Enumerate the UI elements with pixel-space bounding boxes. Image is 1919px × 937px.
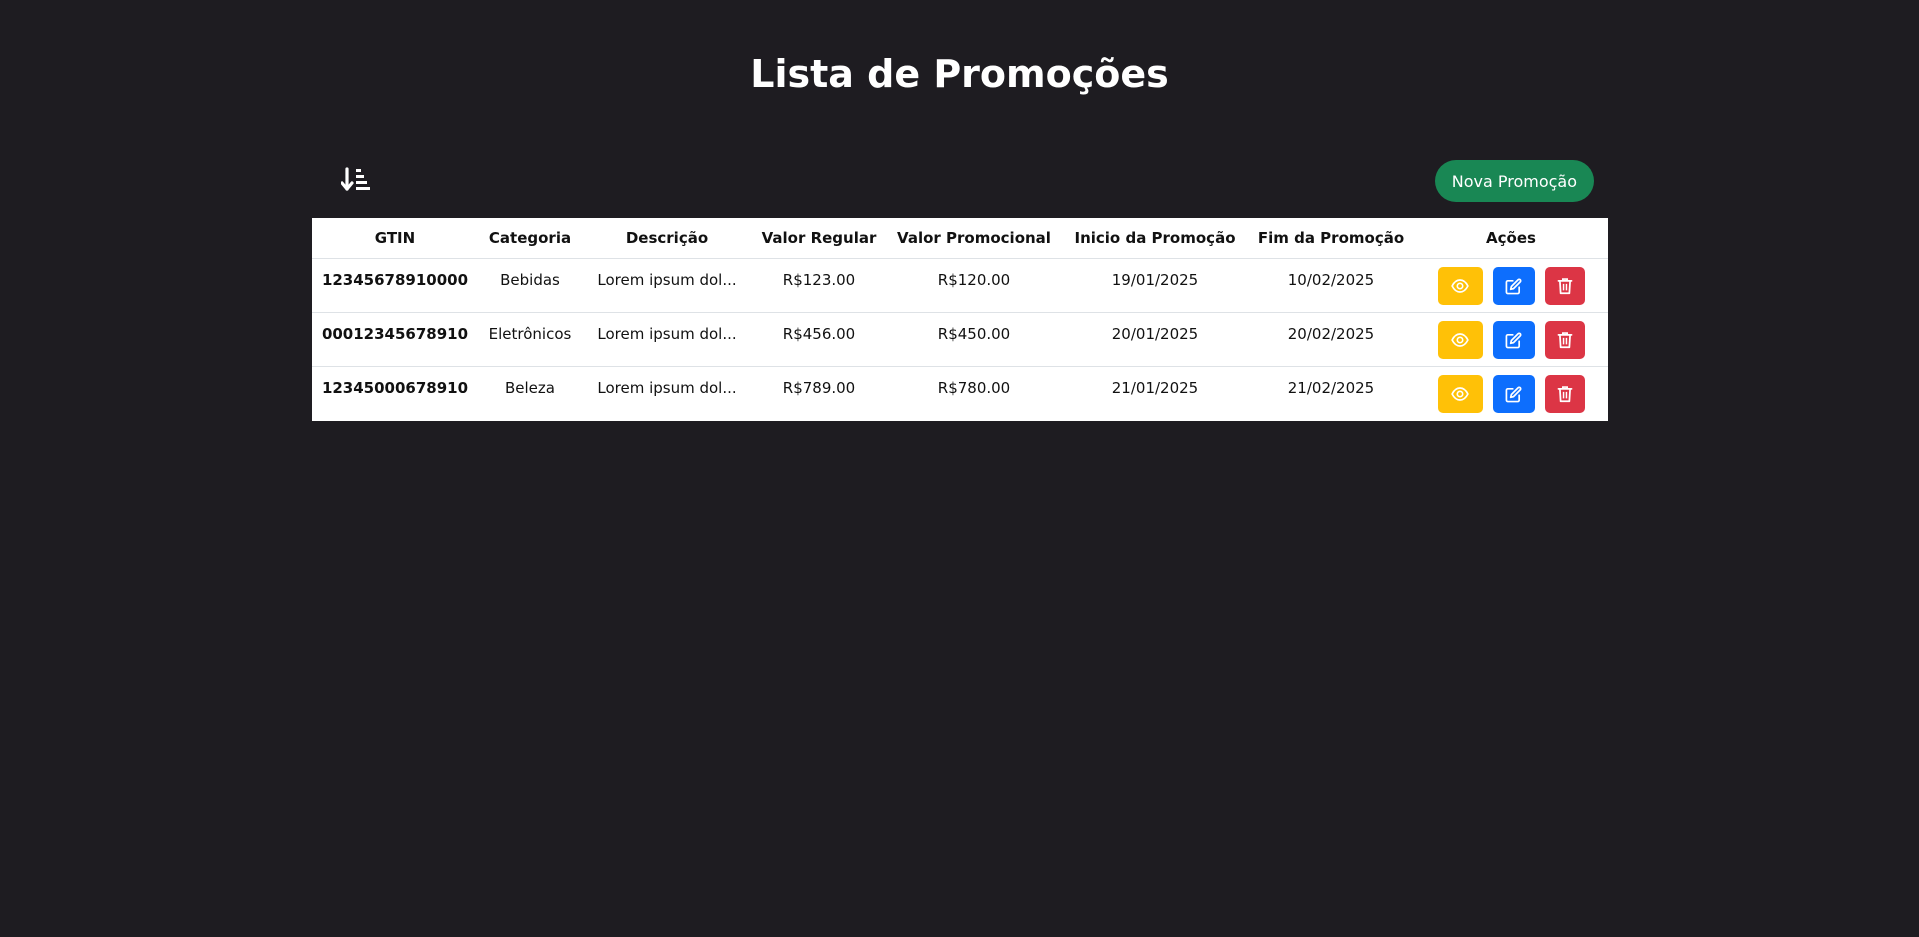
cell-categoria: Beleza [505,379,555,397]
header-acoes: Ações [1414,218,1608,259]
header-descricao: Descrição [582,218,752,259]
delete-button[interactable] [1544,267,1585,305]
cell-actions [1414,258,1608,313]
row-actions [1418,267,1604,305]
table-header-row: GTIN Categoria Descrição Valor Regular V… [312,218,1608,259]
cell-fim: 21/02/2025 [1287,379,1375,397]
cell-actions [1414,367,1608,421]
sort-amount-down-icon [341,167,371,195]
cell-gtin: 12345678910000 [312,258,478,313]
promotions-table: GTIN Categoria Descrição Valor Regular V… [312,218,1608,421]
cell-valor-regular: R$123.00 [752,258,886,313]
edit-icon [1505,278,1522,295]
edit-button[interactable] [1492,267,1535,305]
cell-categoria: Eletrônicos [478,312,582,367]
view-button[interactable] [1437,267,1483,305]
cell-categoria: Bebidas [478,258,582,313]
cell-descricao: Lorem ipsum dol... [582,312,752,367]
row-actions [1418,375,1604,413]
header-gtin: GTIN [312,218,478,259]
cell-inicio: 21/01/2025 [1111,379,1199,397]
trash-icon [1557,277,1573,295]
delete-button[interactable] [1544,321,1585,359]
delete-button[interactable] [1544,375,1585,413]
eye-icon [1451,331,1469,349]
cell-fim: 20/02/2025 [1248,312,1414,367]
cell-inicio: 19/01/2025 [1062,258,1248,313]
view-button[interactable] [1437,321,1483,359]
edit-button[interactable] [1492,321,1535,359]
edit-icon [1505,386,1522,403]
new-promotion-button[interactable]: Nova Promoção [1434,160,1594,202]
cell-valor-promocional: R$780.00 [937,379,1011,397]
cell-gtin: 00012345678910 [312,312,478,367]
toolbar: Nova Promoção [312,160,1608,202]
cell-valor-regular: R$456.00 [752,312,886,367]
sort-button[interactable] [336,162,376,200]
cell-valor-promocional: R$120.00 [886,258,1062,313]
cell-descricao: Lorem ipsum dol... [582,258,752,313]
cell-gtin: 12345000678910 [321,379,469,397]
table-row: 00012345678910 Eletrônicos Lorem ipsum d… [312,312,1608,367]
trash-icon [1557,331,1573,349]
edit-button[interactable] [1492,375,1535,413]
cell-actions [1414,312,1608,367]
eye-icon [1451,385,1469,403]
header-valor-regular: Valor Regular [752,218,886,259]
cell-valor-promocional: R$450.00 [886,312,1062,367]
promotions-table-container: GTIN Categoria Descrição Valor Regular V… [312,218,1608,421]
eye-icon [1451,277,1469,295]
header-categoria: Categoria [478,218,582,259]
row-actions [1418,321,1604,359]
view-button[interactable] [1437,375,1483,413]
header-fim: Fim da Promoção [1248,218,1414,259]
cell-fim: 10/02/2025 [1248,258,1414,313]
table-row: 12345000678910 Beleza Lorem ipsum dol...… [312,367,1608,421]
edit-icon [1505,332,1522,349]
page-title: Lista de Promoções [750,52,1169,96]
cell-inicio: 20/01/2025 [1062,312,1248,367]
trash-icon [1557,385,1573,403]
cell-descricao: Lorem ipsum dol... [597,379,737,397]
cell-valor-regular: R$789.00 [782,379,856,397]
header-valor-promocional: Valor Promocional [886,218,1062,259]
header-inicio: Inicio da Promoção [1062,218,1248,259]
table-row: 12345678910000 Bebidas Lorem ipsum dol..… [312,258,1608,313]
page: Lista de Promoções Nova Promoção GTIN Ca… [0,0,1919,937]
